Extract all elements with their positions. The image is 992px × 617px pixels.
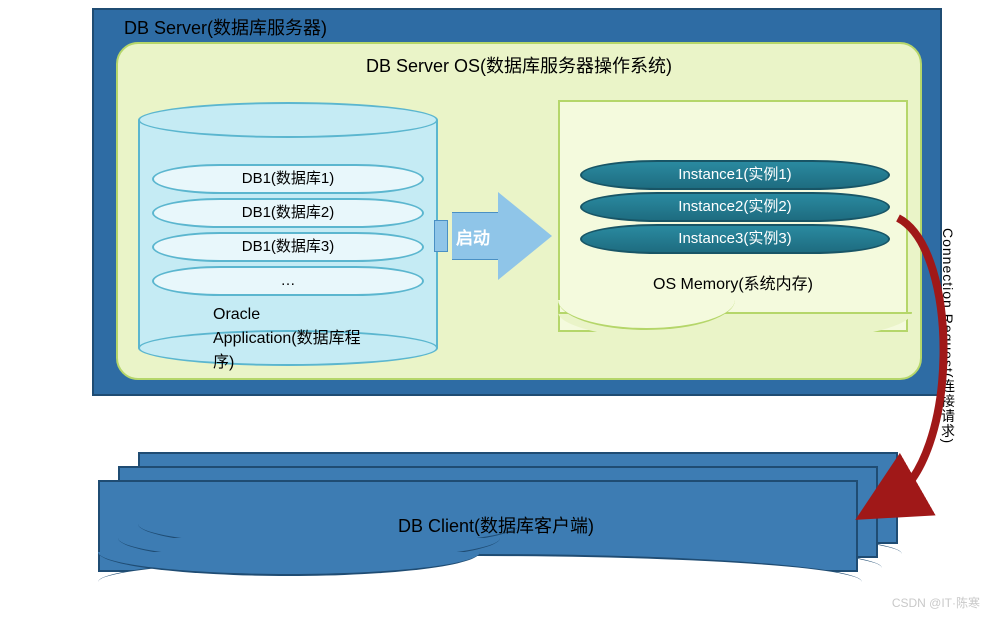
db-row: … [152, 266, 424, 296]
db-client-stack: DB Client(数据库客户端) [98, 452, 898, 572]
wave-edge [558, 312, 912, 344]
arrow-head-icon [498, 192, 552, 280]
db-row: DB1(数据库2) [152, 198, 424, 228]
db-row: DB1(数据库3) [152, 232, 424, 262]
os-memory-box: Instance1(实例1) Instance2(实例2) Instance3(… [558, 100, 908, 332]
db-server-os-label: DB Server OS(数据库服务器操作系统) [366, 52, 672, 78]
arrow-tail [434, 220, 448, 252]
cylinder-caption: Oracle Application(数据库程序) [213, 306, 363, 372]
os-memory-caption: OS Memory(系统内存) [653, 270, 813, 294]
arrow-label: 启动 [456, 224, 490, 249]
cylinder-top [138, 102, 438, 138]
db-server-label: DB Server(数据库服务器) [124, 14, 327, 40]
start-arrow: 启动 [434, 192, 564, 280]
instance-row: Instance2(实例2) [580, 192, 890, 222]
db-server-os-box: DB Server OS(数据库服务器操作系统) DB1(数据库1) DB1(数… [116, 42, 922, 380]
db-server-box: DB Server(数据库服务器) DB Server OS(数据库服务器操作系… [92, 8, 942, 396]
connection-request-label: Connection Request(连接请求) [938, 228, 958, 444]
oracle-cylinder: DB1(数据库1) DB1(数据库2) DB1(数据库3) … Oracle A… [138, 102, 438, 366]
db-row: DB1(数据库1) [152, 164, 424, 194]
instance-row: Instance1(实例1) [580, 160, 890, 190]
instance-row: Instance3(实例3) [580, 224, 890, 254]
db-client-label: DB Client(数据库客户端) [398, 512, 594, 538]
watermark: CSDN @IT·陈寒 [892, 594, 980, 611]
